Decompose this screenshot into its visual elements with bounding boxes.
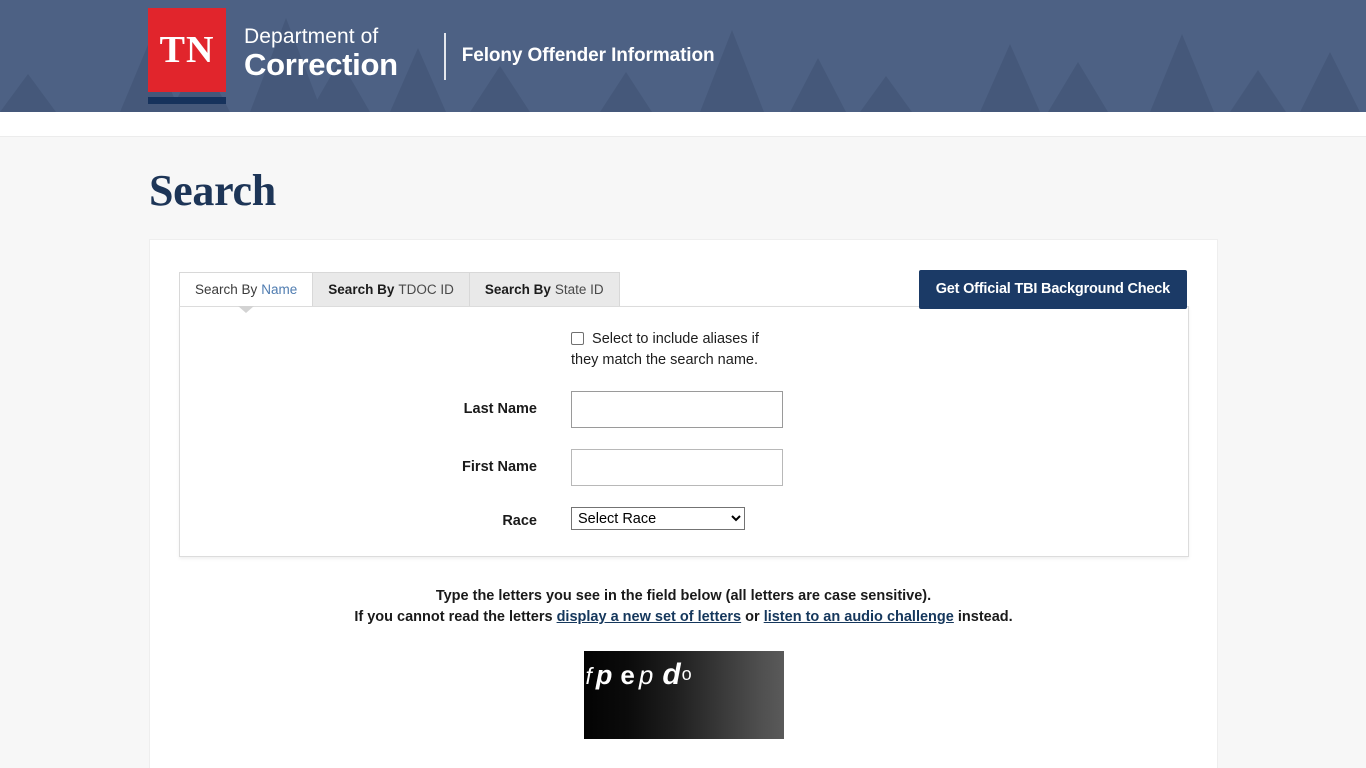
race-select[interactable]: Select Race (571, 507, 745, 530)
tab-state-prefix: Search By (485, 282, 551, 297)
brand-dept-line: Department of (244, 26, 398, 48)
first-name-row: First Name (180, 449, 1188, 486)
new-letters-link[interactable]: display a new set of letters (557, 609, 742, 625)
captcha-letter-6: o (682, 664, 692, 685)
header-subtitle: Felony Offender Information (462, 45, 715, 67)
tab-name-suffix: Name (261, 282, 297, 297)
tab-search-by-name[interactable]: Search By Name (179, 272, 313, 306)
last-name-row: Last Name (180, 391, 1188, 428)
alias-row: Select to include aliases if they match … (180, 329, 1188, 371)
tab-search-by-tdoc-id[interactable]: Search By TDOC ID (312, 272, 470, 306)
page-body: Search Get Official TBI Background Check… (0, 137, 1366, 768)
chevron-down-icon (238, 306, 254, 313)
race-label: Race (180, 507, 571, 529)
page-title: Search (0, 137, 1366, 213)
captcha-letter-4: p (639, 660, 653, 691)
captcha-letter-1: f (586, 663, 592, 690)
tn-abbr: TN (148, 8, 226, 92)
first-name-input[interactable] (571, 449, 783, 486)
captcha-line2-mid: or (745, 609, 760, 625)
tab-state-suffix: State ID (555, 282, 604, 297)
captcha-instruction-line1: Type the letters you see in the field be… (150, 586, 1217, 606)
header-divider (444, 33, 446, 80)
alias-checkbox-label[interactable]: Select to include aliases if they match … (571, 329, 776, 371)
search-by-name-panel: Select to include aliases if they match … (179, 306, 1189, 557)
first-name-label: First Name (180, 449, 571, 475)
last-name-input[interactable] (571, 391, 783, 428)
captcha-image: fpepdo (584, 651, 784, 739)
tn-state-mark: TN (148, 8, 226, 104)
search-card: Get Official TBI Background Check Search… (149, 239, 1218, 768)
search-tabs: Search By Name Search By TDOC ID Search … (179, 272, 1217, 306)
tab-tdoc-prefix: Search By (328, 282, 394, 297)
tab-tdoc-suffix: TDOC ID (398, 282, 454, 297)
captcha-section: Type the letters you see in the field be… (150, 586, 1217, 768)
captcha-instruction-line2: If you cannot read the letters display a… (150, 607, 1217, 627)
header-white-band (0, 112, 1366, 137)
race-control: Select Race (571, 507, 1188, 530)
captcha-letter-3: e (620, 660, 634, 691)
captcha-line2-before: If you cannot read the letters (354, 609, 552, 625)
header-inner: TN Department of Correction Felony Offen… (0, 0, 1366, 112)
captcha-letter-5: d (662, 658, 680, 692)
site-header: TN Department of Correction Felony Offen… (0, 0, 1366, 112)
tab-name-prefix: Search By (195, 282, 257, 297)
audio-challenge-link[interactable]: listen to an audio challenge (764, 609, 954, 625)
brand-logo[interactable]: TN Department of Correction (148, 8, 398, 104)
brand-correction-line: Correction (244, 49, 398, 81)
tab-search-by-state-id[interactable]: Search By State ID (469, 272, 620, 306)
captcha-letters: fpepdo (584, 658, 784, 692)
alias-control: Select to include aliases if they match … (571, 329, 1188, 371)
last-name-control (571, 391, 1188, 428)
captcha-letter-2: p (596, 660, 613, 691)
brand-wordmark: Department of Correction (244, 26, 398, 85)
captcha-line2-after: instead. (958, 609, 1013, 625)
alias-checkbox[interactable] (571, 332, 584, 345)
last-name-label: Last Name (180, 391, 571, 417)
tn-navy-bar (148, 97, 226, 104)
alias-label-text: Select to include aliases if they match … (571, 331, 759, 368)
first-name-control (571, 449, 1188, 486)
race-row: Race Select Race (180, 507, 1188, 530)
